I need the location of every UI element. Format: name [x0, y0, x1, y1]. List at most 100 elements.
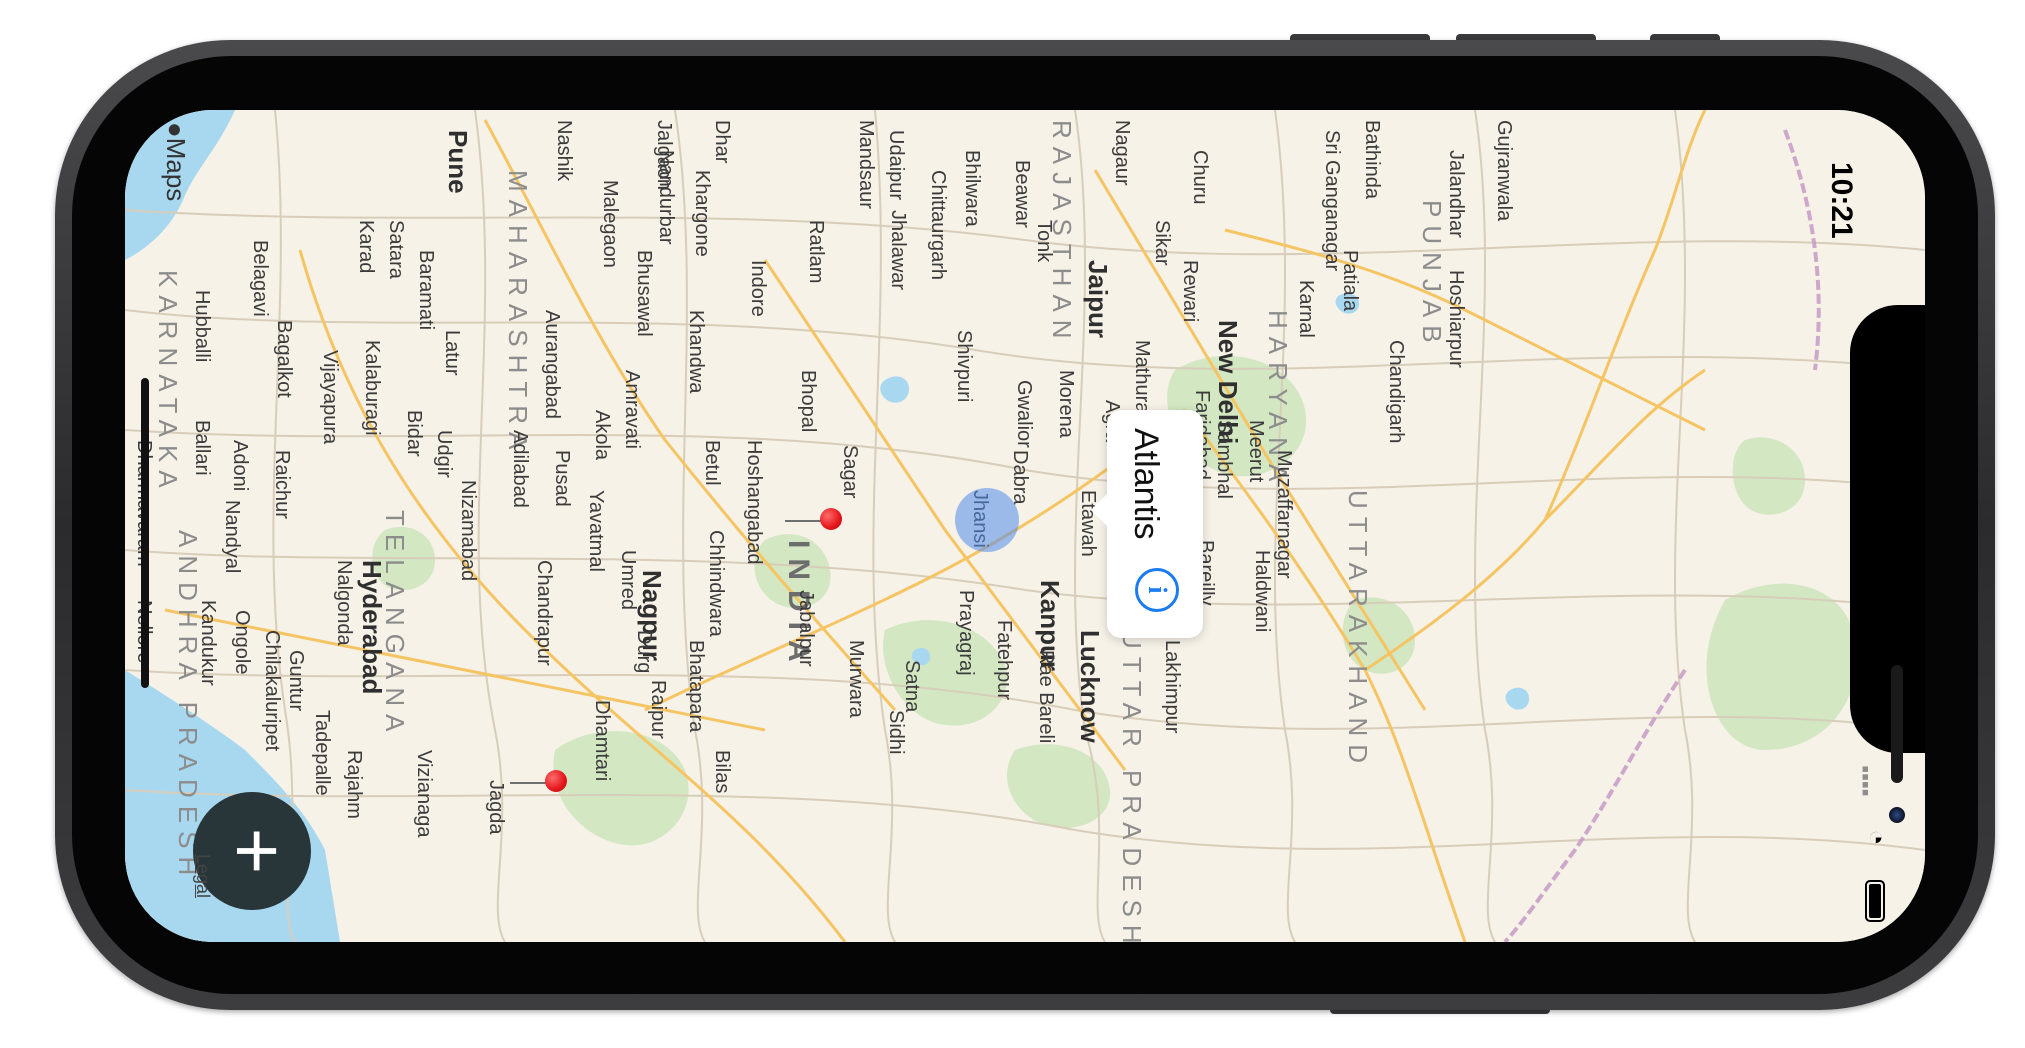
city-label[interactable]: Morena [1054, 370, 1077, 438]
city-label[interactable]: Hoshangabad [742, 440, 765, 565]
city-label[interactable]: Jalandhar [1444, 150, 1467, 238]
city-label[interactable]: Bathinda [1360, 120, 1383, 199]
dropped-pin-head[interactable] [820, 508, 842, 530]
city-label[interactable]: Khargone [690, 170, 713, 257]
city-label[interactable]: Rae Bareli [1034, 650, 1057, 743]
city-label[interactable]: Vizianaga [412, 750, 435, 837]
city-label[interactable]: Amravati [620, 370, 643, 449]
city-label[interactable]: Umred [616, 550, 639, 610]
city-label[interactable]: Yavatmal [584, 490, 607, 572]
city-label[interactable]: Rewari [1178, 260, 1201, 322]
city-label[interactable]: Gujranwala [1492, 120, 1515, 221]
city-label[interactable]: Nandurbar [654, 150, 677, 245]
city-label[interactable]: Shivpuri [952, 330, 975, 402]
city-label[interactable]: Chandrapur [532, 560, 555, 666]
city-label[interactable]: Jabalpur [794, 590, 817, 667]
city-label[interactable]: Bagalkot [272, 320, 295, 398]
city-label[interactable]: Khandwa [684, 310, 707, 393]
city-label[interactable]: Nandyal [220, 500, 243, 573]
city-label[interactable]: Satara [384, 220, 407, 279]
city-label[interactable]: Chandigarh [1384, 340, 1407, 443]
city-label[interactable]: Mandsaur [854, 120, 877, 209]
dropped-pin-head[interactable] [545, 770, 567, 792]
major-city-label[interactable]: Hyderabad [356, 560, 387, 694]
city-label[interactable]: Tadepalle [310, 710, 333, 796]
city-label[interactable]: Bhilwara [960, 150, 983, 227]
city-label[interactable]: Malegaon [598, 180, 621, 268]
city-label[interactable]: Muzaffarnagar [1272, 450, 1295, 579]
city-label[interactable]: Kalaburagi [360, 340, 383, 436]
city-label[interactable]: Chilakaluripet [260, 630, 283, 751]
city-label[interactable]: Nizamabad [456, 480, 479, 581]
callout-title[interactable]: Atlantis [1126, 428, 1165, 540]
city-label[interactable]: Betul [700, 440, 723, 486]
city-label[interactable]: Udaipur [884, 130, 907, 200]
city-label[interactable]: Tonk [1032, 220, 1055, 262]
city-label[interactable]: Belagavi [248, 240, 271, 317]
city-label[interactable]: Nalgonda [332, 560, 355, 646]
city-label[interactable]: Lakhimpur [1160, 640, 1183, 733]
city-label[interactable]: Fatehpur [992, 620, 1015, 700]
city-label[interactable]: Indore [746, 260, 769, 317]
city-label[interactable]: Latur [440, 330, 463, 376]
city-label[interactable]: Gwalior [1012, 380, 1035, 448]
city-label[interactable]: Murwara [844, 640, 867, 718]
city-label[interactable]: Udgir [432, 430, 455, 478]
legal-link[interactable]: Legal [192, 854, 213, 898]
city-label[interactable]: Meerut [1244, 420, 1267, 482]
city-label[interactable]: Satna [900, 660, 923, 712]
city-label[interactable]: Nagaur [1110, 120, 1133, 186]
city-label[interactable]: Vijayapura [318, 350, 341, 444]
city-label[interactable]: Bidar [402, 410, 425, 457]
city-label[interactable]: Ratlam [804, 220, 827, 283]
city-label[interactable]: Sagar [838, 445, 861, 498]
major-city-label[interactable]: Lucknow [1074, 630, 1105, 743]
city-label[interactable]: Karad [354, 220, 377, 273]
city-label[interactable]: Prayagraj [954, 590, 977, 676]
city-label[interactable]: Beawar [1010, 160, 1033, 228]
map-screen[interactable]: INDIA KARNATAKA MAHARASHTRA TELANGANA ANDHRA… [125, 110, 1925, 942]
city-label[interactable]: Kandukur [196, 600, 219, 686]
city-label[interactable]: Ongole [230, 610, 253, 675]
city-label[interactable]: Durg [632, 630, 655, 673]
city-label[interactable]: Rajahm [342, 750, 365, 819]
city-label[interactable]: Adoni [228, 440, 251, 491]
city-label[interactable]: Nashik [552, 120, 575, 181]
city-label[interactable]: Churu [1188, 150, 1211, 204]
city-label[interactable]: Bhopal [796, 370, 819, 432]
city-label[interactable]: Raipur [646, 680, 669, 739]
info-icon[interactable]: i [1135, 568, 1179, 612]
city-label[interactable]: Baramati [414, 250, 437, 330]
city-label[interactable]: Hoshiarpur [1444, 270, 1467, 368]
city-label[interactable]: Bhusawal [632, 250, 655, 337]
city-label[interactable]: Bilas [710, 750, 733, 793]
region-label: MAHARASHTRA [503, 170, 533, 458]
city-label[interactable]: Chhindwara [704, 530, 727, 637]
city-label[interactable]: Sikar [1150, 220, 1173, 266]
city-label[interactable]: Adilabad [508, 430, 531, 508]
major-city-label[interactable]: Jaipur [1082, 260, 1113, 338]
home-indicator[interactable] [141, 378, 149, 688]
city-label[interactable]: Sambhal [1212, 420, 1235, 499]
city-label[interactable]: Sidhi [884, 710, 907, 754]
city-label[interactable]: Patiala [1338, 250, 1361, 311]
city-label[interactable]: Aurangabad [540, 310, 563, 419]
city-label[interactable]: Guntur [284, 650, 307, 711]
city-label[interactable]: Ballari [190, 420, 213, 476]
city-label[interactable]: Dhar [710, 120, 733, 163]
city-label[interactable]: Dabra [1008, 450, 1031, 504]
city-label[interactable]: Jagda [484, 780, 507, 835]
city-label[interactable]: Mathura [1130, 340, 1153, 413]
major-city-label[interactable]: Pune [442, 130, 473, 194]
city-label[interactable]: Akola [590, 410, 613, 460]
city-label[interactable]: Jhalawar [886, 210, 909, 290]
pin-callout[interactable]: Atlantis i [1091, 410, 1203, 638]
city-label[interactable]: Bhatapara [684, 640, 707, 732]
city-label[interactable]: Chittaurgarh [926, 170, 949, 280]
city-label[interactable]: Haldwani [1250, 550, 1273, 632]
city-label[interactable]: Hubballi [190, 290, 213, 362]
city-label[interactable]: Dhamtari [590, 700, 613, 781]
city-label[interactable]: Karnal [1294, 280, 1317, 338]
city-label[interactable]: Raichur [270, 450, 293, 519]
city-label[interactable]: Pusad [550, 450, 573, 507]
